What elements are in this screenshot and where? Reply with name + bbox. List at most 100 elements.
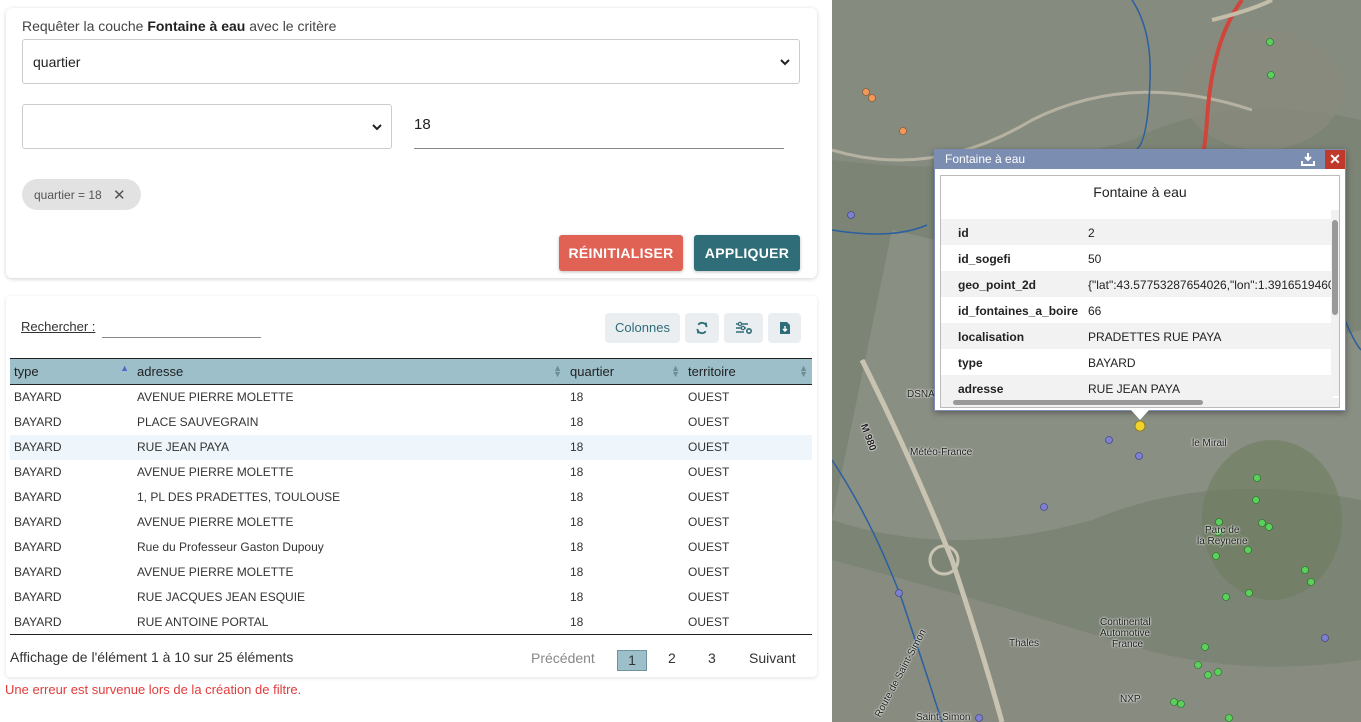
download-icon[interactable] xyxy=(1301,152,1315,166)
table-cell: PLACE SAUVEGRAIN xyxy=(137,415,259,429)
chevron-down-icon xyxy=(780,58,790,65)
table-row[interactable]: BAYARD RUE ANTOINE PORTAL 18 OUEST xyxy=(10,609,812,635)
feature-popup: Fontaine à eau ✕ Fontaine à eau id 2 id_so… xyxy=(934,149,1346,411)
attribute-key: geo_point_2d xyxy=(958,278,1037,292)
attribute-key: id_fontaines_a_boire xyxy=(958,304,1079,318)
table-cell: 18 xyxy=(570,465,584,479)
table-cell: OUEST xyxy=(688,415,730,429)
sort-icon: ▲ ▼ xyxy=(553,363,562,379)
popup-body: Fontaine à eau id 2 id_sogefi 50 geo_point_2… xyxy=(940,175,1340,408)
table-cell: AVENUE PIERRE MOLETTE xyxy=(137,515,294,529)
table-row[interactable]: BAYARD AVENUE PIERRE MOLETTE 18 OUEST xyxy=(10,560,812,585)
table-row[interactable]: BAYARD RUE JACQUES JEAN ESQUIE 18 OUEST xyxy=(10,585,812,610)
search-input[interactable] xyxy=(102,317,261,338)
table-cell: OUEST xyxy=(688,465,730,479)
vertical-scrollbar[interactable] xyxy=(1331,210,1339,396)
reset-button[interactable]: RÉINITIALISER xyxy=(559,235,683,271)
table-cell: BAYARD xyxy=(14,515,62,529)
pagination-page-1[interactable]: 1 xyxy=(617,650,647,671)
filter-settings-button[interactable] xyxy=(724,313,763,343)
table-row[interactable]: BAYARD RUE JEAN PAYA 18 OUEST xyxy=(10,434,812,460)
filter-chip: quartier = 18 ✕ xyxy=(22,179,141,210)
attribute-key: id xyxy=(958,226,969,240)
table-cell: BAYARD xyxy=(14,490,62,504)
popup-attribute-row: geo_point_2d {"lat":43.57753287654026,"lo… xyxy=(941,271,1335,297)
table-cell: BAYARD xyxy=(14,415,62,429)
popup-title: Fontaine à eau xyxy=(1093,184,1187,200)
table-cell: OUEST xyxy=(688,540,730,554)
table-cell: BAYARD xyxy=(14,540,62,554)
attribute-value: PRADETTES RUE PAYA xyxy=(1088,330,1222,344)
table-row[interactable]: BAYARD AVENUE PIERRE MOLETTE 18 OUEST xyxy=(10,385,812,410)
operator-select[interactable] xyxy=(22,104,392,149)
popup-attribute-row: type BAYARD xyxy=(941,349,1333,375)
table-row[interactable]: BAYARD AVENUE PIERRE MOLETTE 18 OUEST xyxy=(10,460,812,485)
results-card: Rechercher : Colonnes type ▲ adresse ▲ ▼ qu… xyxy=(6,296,817,677)
query-title: Requêter la couche Fontaine à eau avec l… xyxy=(22,18,337,34)
table-cell: BAYARD xyxy=(10,609,133,635)
column-header-type[interactable]: type ▲ xyxy=(10,358,133,385)
close-icon[interactable]: ✕ xyxy=(113,186,126,204)
pagination-previous[interactable]: Précédent xyxy=(531,650,595,666)
table-cell: OUEST xyxy=(688,440,730,454)
sort-asc-icon: ▲ xyxy=(120,363,129,373)
popup-attribute-row: id 2 xyxy=(941,219,1333,245)
map-label: Thales xyxy=(1009,638,1040,649)
table-cell: RUE ANTOINE PORTAL xyxy=(133,609,566,635)
table-cell: OUEST xyxy=(688,590,730,604)
attribute-value: RUE JEAN PAYA xyxy=(1088,382,1181,396)
sort-icon: ▲ ▼ xyxy=(799,363,808,379)
close-icon[interactable]: ✕ xyxy=(1325,150,1345,169)
pagination-next[interactable]: Suivant xyxy=(749,650,796,666)
table-cell: BAYARD xyxy=(14,565,62,579)
apply-button[interactable]: APPLIQUER xyxy=(694,235,800,271)
map-label: DSNA xyxy=(907,389,935,400)
field-select[interactable]: quartier xyxy=(22,39,800,84)
popup-pointer xyxy=(1131,410,1149,420)
sort-icon: ▲ ▼ xyxy=(671,363,680,379)
value-input-text: 18 xyxy=(414,116,431,133)
attribute-value: {"lat":43.57753287654026,"lon":1.3916519… xyxy=(1088,278,1335,292)
table-row[interactable]: BAYARD AVENUE PIERRE MOLETTE 18 OUEST xyxy=(10,510,812,535)
popup-attribute-row: localisation PRADETTES RUE PAYA xyxy=(941,323,1333,349)
attribute-key: id_sogefi xyxy=(958,252,1011,266)
chevron-down-icon xyxy=(372,123,382,130)
column-header-adresse[interactable]: adresse ▲ ▼ xyxy=(133,358,566,385)
horizontal-scrollbar[interactable] xyxy=(941,398,1339,407)
table-row[interactable]: BAYARD 1, PL DES PRADETTES, TOULOUSE 18 OUE… xyxy=(10,485,812,510)
attribute-value: BAYARD xyxy=(1088,356,1136,370)
column-header-territoire[interactable]: territoire ▲ ▼ xyxy=(684,358,812,385)
table-header-row: type ▲ adresse ▲ ▼ quartier ▲ ▼ territoire ▲ ▼ xyxy=(10,358,812,385)
map-label: Automotive xyxy=(1100,628,1151,639)
export-button[interactable] xyxy=(768,313,801,343)
table-cell: BAYARD xyxy=(14,390,62,405)
pagination-page-2[interactable]: 2 xyxy=(668,650,676,666)
table-cell: RUE JEAN PAYA xyxy=(137,440,230,454)
table-cell: Rue du Professeur Gaston Dupouy xyxy=(137,540,324,554)
field-select-value: quartier xyxy=(33,53,81,70)
table-cell: 18 xyxy=(570,540,584,554)
refresh-icon xyxy=(696,321,708,335)
map-label: France xyxy=(1112,639,1144,650)
map-label: Parc de xyxy=(1205,525,1240,536)
map-label: NXP xyxy=(1120,694,1141,705)
map-label: Continental xyxy=(1100,617,1151,628)
columns-button[interactable]: Colonnes xyxy=(605,313,680,343)
attribute-value: 66 xyxy=(1088,304,1102,318)
value-input[interactable]: 18 xyxy=(414,104,784,149)
table-cell: AVENUE PIERRE MOLETTE xyxy=(137,390,294,405)
filter-chip-label: quartier = 18 xyxy=(34,188,102,202)
refresh-button[interactable] xyxy=(685,313,719,343)
table-cell: 18 xyxy=(566,609,684,635)
popup-attribute-row: id_sogefi 50 xyxy=(941,245,1333,271)
popup-attribute-row: id_fontaines_a_boire 66 xyxy=(941,297,1333,323)
table-cell: 18 xyxy=(570,415,584,429)
table-cell: BAYARD xyxy=(14,465,62,479)
pagination-page-3[interactable]: 3 xyxy=(708,650,716,666)
attribute-key: type xyxy=(958,356,983,370)
table-row[interactable]: BAYARD Rue du Professeur Gaston Dupouy 18 O… xyxy=(10,535,812,560)
popup-header-title: Fontaine à eau xyxy=(945,152,1026,166)
attribute-key: adresse xyxy=(958,382,1004,396)
table-row[interactable]: BAYARD PLACE SAUVEGRAIN 18 OUEST xyxy=(10,410,812,435)
column-header-quartier[interactable]: quartier ▲ ▼ xyxy=(566,358,684,385)
